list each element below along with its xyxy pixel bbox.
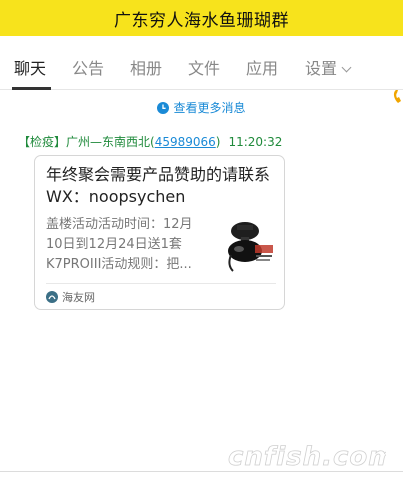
sender-close-paren: ) xyxy=(215,135,221,149)
tab-apps[interactable]: 应用 xyxy=(246,55,278,79)
sender-name: 【检疫】广州—东南西北( xyxy=(18,135,155,149)
tab-bar: 聊天 公告 相册 文件 应用 设置 xyxy=(0,36,403,103)
tab-chat[interactable]: 聊天 xyxy=(14,55,46,79)
product-thumbnail xyxy=(228,222,273,272)
sender-qq-link[interactable]: 45989066 xyxy=(155,135,216,149)
card-title: 年终聚会需要产品赞助的请联系WX：noopsychen xyxy=(46,165,271,206)
card-source: 海友网 xyxy=(46,289,95,305)
clock-icon xyxy=(157,102,170,114)
cnfish-watermark: cnfish.com xyxy=(228,442,386,470)
watermark-text: cnfish.com xyxy=(228,442,386,470)
message-time: 11:20:32 xyxy=(228,135,283,149)
tab-settings-label: 设置 xyxy=(305,59,338,78)
active-tab-indicator xyxy=(12,87,51,90)
view-more-messages-link[interactable]: 查看更多消息 xyxy=(0,99,403,116)
card-description: 盖楼活动活动时间：12月10日到12月24日送1套K7PROIII活动规则：把.… xyxy=(46,217,193,272)
title-bar: 广东穷人海水鱼珊瑚群 xyxy=(0,0,403,36)
tab-settings[interactable]: 设置 xyxy=(305,55,352,79)
tab-album[interactable]: 相册 xyxy=(130,55,162,79)
haiyou-logo-icon xyxy=(46,291,58,303)
view-more-messages-label: 查看更多消息 xyxy=(173,101,246,115)
tab-files[interactable]: 文件 xyxy=(188,55,220,79)
window-title: 广东穷人海水鱼珊瑚群 xyxy=(114,10,289,31)
chevron-down-icon xyxy=(341,62,352,73)
card-source-name: 海友网 xyxy=(62,291,95,304)
bottom-divider xyxy=(0,471,403,472)
message-header: 【检疫】广州—东南西北(45989066) 11:20:32 xyxy=(18,133,282,150)
shared-link-card[interactable]: 年终聚会需要产品赞助的请联系WX：noopsychen 盖楼活动活动时间：12月… xyxy=(34,155,285,310)
card-divider xyxy=(46,283,276,284)
tab-announcements[interactable]: 公告 xyxy=(72,55,104,79)
